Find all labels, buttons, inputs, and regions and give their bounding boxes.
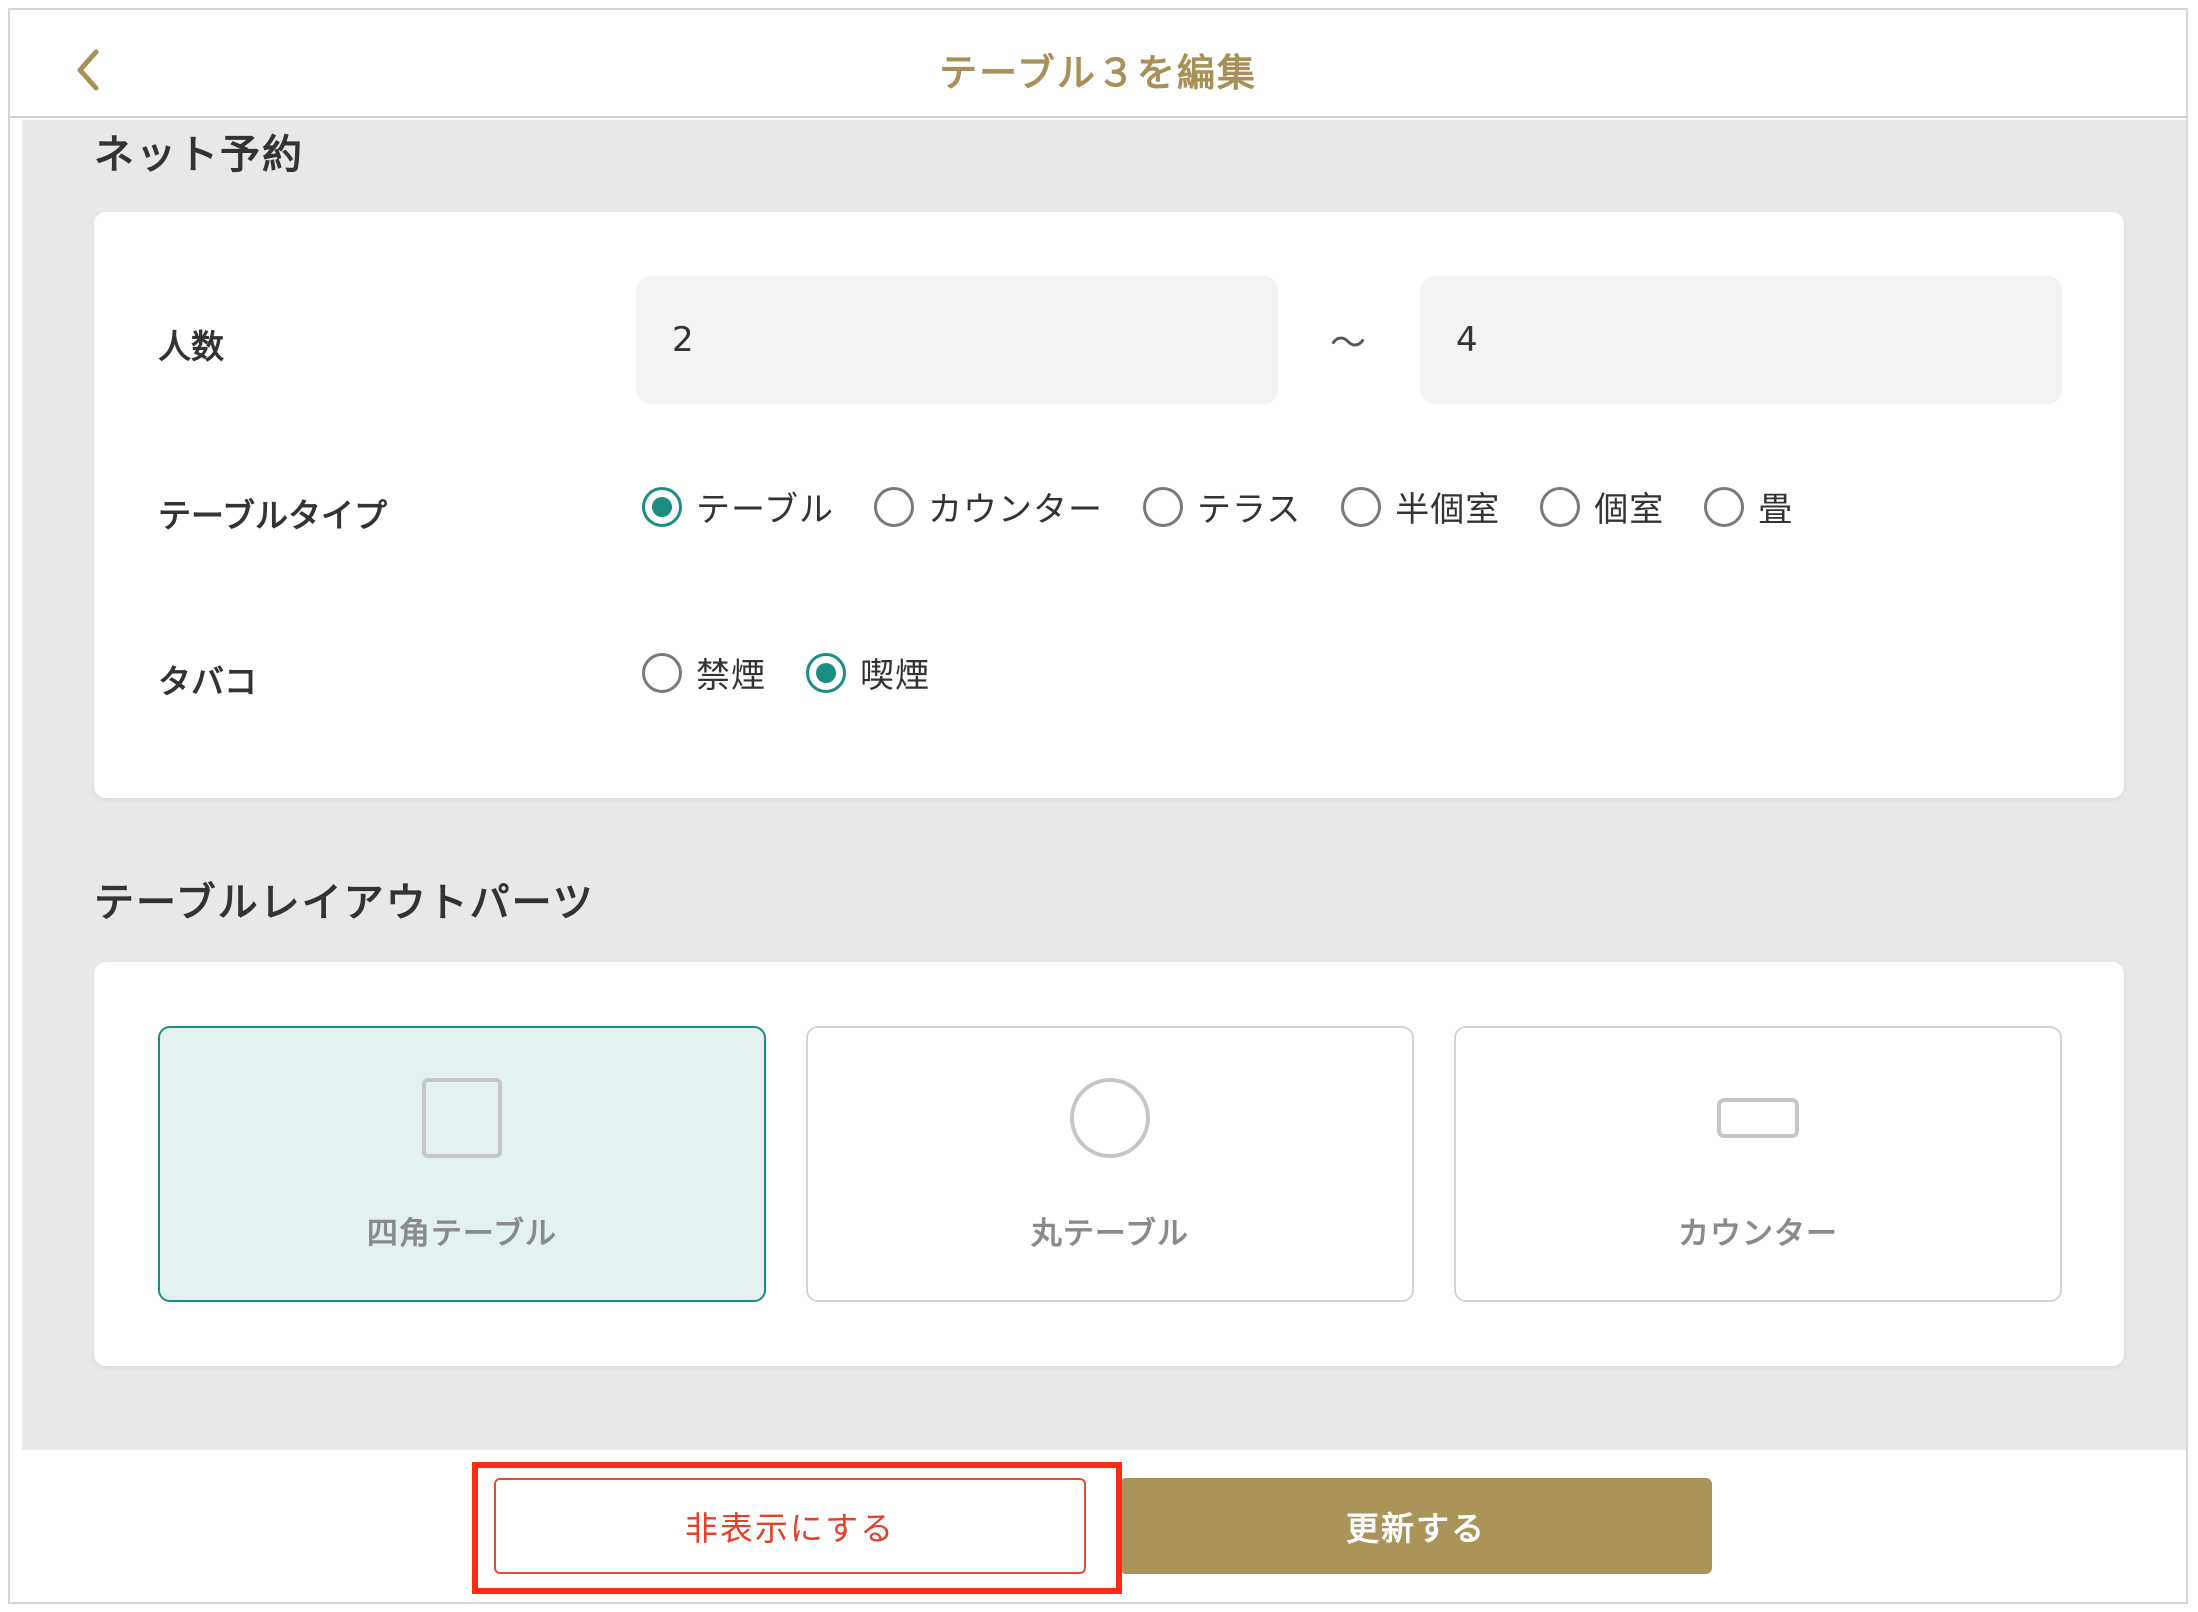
main-content: ネット予約 人数 〜 テーブルタイプ テーブル カウンター テラス	[22, 120, 2186, 1450]
radio-label: 禁煙	[696, 656, 766, 696]
round-table-icon	[1070, 1078, 1150, 1158]
radio-label: テーブル	[696, 490, 834, 530]
tobacco-label: タバコ	[158, 662, 257, 701]
radio-label: テラス	[1196, 490, 1302, 530]
radio-unchecked-icon	[1142, 486, 1183, 527]
radio-label: 個室	[1594, 490, 1665, 530]
header: テーブル３を編集	[10, 10, 2186, 118]
square-table-icon	[422, 1078, 502, 1158]
radio-checked-icon	[806, 652, 846, 693]
radio-label: カウンター	[927, 490, 1103, 530]
radio-unchecked-icon	[1341, 486, 1382, 527]
part-round-table[interactable]: 丸テーブル	[806, 1026, 1414, 1302]
radio-unchecked-icon	[1704, 486, 1745, 527]
capacity-separator: 〜	[1330, 323, 1367, 364]
table-type-option-counter[interactable]: カウンター	[873, 482, 1103, 531]
part-icon-wrap	[808, 1076, 1412, 1160]
radio-label: 半個室	[1395, 490, 1501, 530]
table-type-option-tatami[interactable]: 畳	[1704, 482, 1793, 531]
table-type-label: テーブルタイプ	[158, 496, 388, 535]
table-type-option-table[interactable]: テーブル	[642, 482, 834, 531]
capacity-min-input[interactable]	[636, 276, 1278, 404]
radio-unchecked-icon	[1540, 486, 1581, 527]
tobacco-option-no-smoking[interactable]: 禁煙	[642, 648, 766, 697]
radio-label: 喫煙	[860, 656, 930, 696]
radio-checked-icon	[642, 486, 682, 527]
radio-unchecked-icon	[873, 486, 914, 527]
part-icon-wrap	[160, 1076, 764, 1160]
update-button[interactable]: 更新する	[1120, 1478, 1712, 1574]
tobacco-radio-group: 禁煙 喫煙	[642, 648, 970, 697]
table-type-option-terrace[interactable]: テラス	[1142, 482, 1302, 531]
section-title-layout-parts: テーブルレイアウトパーツ	[94, 880, 595, 926]
part-counter[interactable]: カウンター	[1454, 1026, 2062, 1302]
part-square-table[interactable]: 四角テーブル	[158, 1026, 766, 1302]
table-type-option-semi-private[interactable]: 半個室	[1341, 482, 1500, 531]
capacity-label: 人数	[158, 327, 224, 366]
page-title: テーブル３を編集	[939, 51, 1257, 95]
capacity-max-input[interactable]	[1420, 276, 2062, 404]
tobacco-option-smoking[interactable]: 喫煙	[806, 648, 930, 697]
table-type-radio-group: テーブル カウンター テラス 半個室 個室 畳	[642, 482, 1833, 531]
layout-parts-card: 四角テーブル 丸テーブル カウンター	[94, 962, 2124, 1366]
radio-unchecked-icon	[642, 652, 682, 693]
part-label: 四角テーブル	[366, 1216, 558, 1252]
counter-icon	[1717, 1098, 1799, 1138]
footer: 非表示にする 更新する	[10, 1450, 2186, 1602]
radio-label: 畳	[1758, 490, 1794, 530]
part-label: カウンター	[1678, 1216, 1838, 1252]
net-reservation-card: 人数 〜 テーブルタイプ テーブル カウンター テラス	[94, 212, 2124, 798]
section-title-net-reservation: ネット予約	[94, 132, 304, 178]
app-window: テーブル３を編集 ネット予約 人数 〜 テーブルタイプ テーブル カウンター	[8, 8, 2188, 1604]
table-type-option-private[interactable]: 個室	[1540, 482, 1664, 531]
hide-button[interactable]: 非表示にする	[494, 1478, 1086, 1574]
part-label: 丸テーブル	[1030, 1216, 1190, 1252]
part-icon-wrap	[1456, 1076, 2060, 1160]
